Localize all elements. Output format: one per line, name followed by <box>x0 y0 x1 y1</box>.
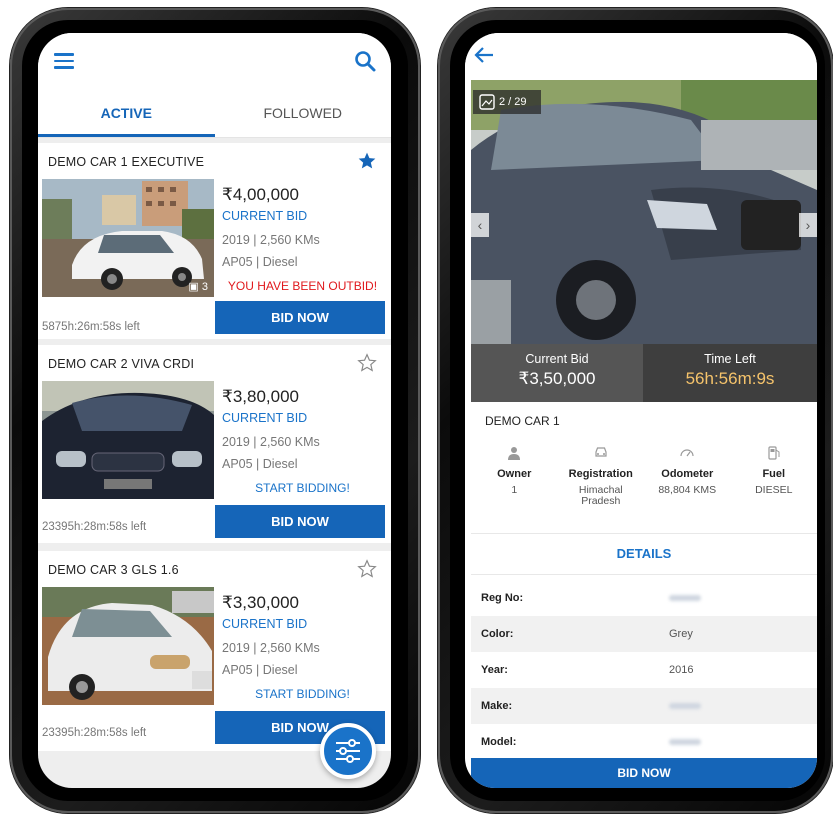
listing-price: ₹4,00,000 <box>222 185 299 204</box>
spec-value: 1 <box>511 484 518 496</box>
spec-value: 88,804 KMS <box>658 484 717 496</box>
listing-title: DEMO CAR 3 GLS 1.6 <box>48 563 179 577</box>
details-header[interactable]: DETAILS <box>471 533 817 575</box>
filter-fab-button[interactable] <box>320 723 376 779</box>
listing-card[interactable]: DEMO CAR 3 GLS 1.6 ₹3,30,000 CURRENT BID… <box>38 551 391 751</box>
detail-app-bar <box>465 33 817 80</box>
photo-counter: 2 / 29 <box>473 90 541 114</box>
bid-summary-bar: Current Bid ₹3,50,000 Time Left 56h:56m:… <box>471 344 817 402</box>
listing-card[interactable]: DEMO CAR 1 EXECUTIVE ▣ 3 ₹4,00,000 CURRE <box>38 143 391 339</box>
prev-photo-icon[interactable]: ‹ <box>471 213 489 237</box>
detail-value: Grey <box>669 628 693 640</box>
detail-row-model: Model: <box>471 724 817 760</box>
auction-list-screen: ACTIVE FOLLOWED DEMO CAR 1 EXECUTIVE ▣ 3… <box>38 33 391 788</box>
tab-followed[interactable]: FOLLOWED <box>215 91 392 137</box>
spec-label: Fuel <box>762 468 786 480</box>
search-icon[interactable] <box>353 49 377 73</box>
spec-grid: Owner 1 Registration Himachal Pradesh Od… <box>471 446 817 526</box>
current-bid-value: ₹3,50,000 <box>518 369 596 388</box>
car-icon <box>558 446 645 464</box>
detail-key: Color: <box>481 628 514 640</box>
spec-registration: Registration Himachal Pradesh <box>558 446 645 526</box>
detail-value-redacted <box>669 736 701 748</box>
listing-year-km: 2019 | 2,560 KMs <box>222 641 320 655</box>
detail-key: Make: <box>481 700 513 712</box>
time-left: 23395h:28m:58s left <box>42 521 147 533</box>
current-bid-panel: Current Bid ₹3,50,000 <box>471 344 643 402</box>
current-bid-label: CURRENT BID <box>222 209 308 223</box>
spec-odometer: Odometer 88,804 KMS <box>644 446 731 526</box>
detail-value-redacted <box>669 592 701 604</box>
next-photo-icon[interactable]: › <box>799 213 817 237</box>
detail-row-reg-no: Reg No: <box>471 580 817 616</box>
listing-reg-fuel: AP05 | Diesel <box>222 663 298 677</box>
listing-title: DEMO CAR 2 VIVA CRDI <box>48 357 195 371</box>
time-left-value: 56h:56m:9s <box>685 369 775 388</box>
spec-owner: Owner 1 <box>471 446 558 526</box>
detail-row-year: Year: 2016 <box>471 652 817 688</box>
detail-key: Reg No: <box>481 592 524 604</box>
spec-label: Registration <box>568 468 633 480</box>
fuel-icon <box>731 446 818 464</box>
star-outline-icon[interactable] <box>357 559 377 579</box>
menu-icon[interactable] <box>54 53 74 69</box>
star-outline-icon[interactable] <box>357 353 377 373</box>
detail-value-redacted <box>669 700 701 712</box>
current-bid-label: CURRENT BID <box>222 411 308 425</box>
star-filled-icon[interactable] <box>357 151 377 171</box>
spec-fuel: Fuel DIESEL <box>731 446 818 526</box>
camera-icon: ▣ <box>188 281 199 293</box>
listing-reg-fuel: AP05 | Diesel <box>222 457 298 471</box>
detail-row-color: Color: Grey <box>471 616 817 652</box>
bid-now-button[interactable]: BID NOW <box>471 758 817 788</box>
detail-value: 2016 <box>669 664 694 676</box>
time-left-label: Time Left <box>704 352 756 366</box>
spec-label: Owner <box>497 468 532 480</box>
listing-reg-fuel: AP05 | Diesel <box>222 255 298 269</box>
detail-key: Year: <box>481 664 508 676</box>
listing-year-km: 2019 | 2,560 KMs <box>222 435 320 449</box>
bid-now-button[interactable]: BID NOW <box>215 505 385 538</box>
detail-row-make: Make: <box>471 688 817 724</box>
time-left-panel: Time Left 56h:56m:9s <box>643 344 817 402</box>
app-bar <box>38 33 391 91</box>
bid-status: START BIDDING! <box>255 481 350 495</box>
photo-count-value: 3 <box>201 281 208 293</box>
current-bid-label: CURRENT BID <box>222 617 308 631</box>
listing-title: DEMO CAR 1 EXECUTIVE <box>48 155 205 169</box>
filter-sliders-icon <box>336 739 360 763</box>
listing-year-km: 2019 | 2,560 KMs <box>222 233 320 247</box>
bid-status: YOU HAVE BEEN OUTBID! <box>227 279 378 293</box>
photo-counter-value: 2 / 29 <box>499 96 527 108</box>
listing-card[interactable]: DEMO CAR 2 VIVA CRDI ₹3,80,000 CURRENT B… <box>38 345 391 543</box>
time-left: 23395h:28m:58s left <box>42 727 147 739</box>
gallery-icon <box>479 94 495 110</box>
listing-price: ₹3,30,000 <box>222 593 299 612</box>
car-name: DEMO CAR 1 <box>485 414 560 428</box>
gauge-icon <box>644 446 731 464</box>
tab-active[interactable]: ACTIVE <box>38 91 215 137</box>
bid-status: START BIDDING! <box>255 687 350 701</box>
time-left: 5875h:26m:58s left <box>42 321 140 333</box>
spec-value: Himachal Pradesh <box>578 484 623 507</box>
photo-count: ▣ 3 <box>188 280 208 293</box>
listing-price: ₹3,80,000 <box>222 387 299 406</box>
car-thumbnail[interactable] <box>42 381 214 499</box>
car-thumbnail[interactable]: ▣ 3 <box>42 179 214 297</box>
person-icon <box>471 446 558 464</box>
bid-now-button[interactable]: BID NOW <box>215 301 385 334</box>
spec-label: Odometer <box>661 468 714 480</box>
tab-bar: ACTIVE FOLLOWED <box>38 91 391 138</box>
current-bid-label: Current Bid <box>525 352 589 366</box>
spec-value: DIESEL <box>755 484 793 496</box>
detail-key: Model: <box>481 736 517 748</box>
car-photo-gallery[interactable] <box>471 80 817 344</box>
car-thumbnail[interactable] <box>42 587 214 705</box>
back-arrow-icon[interactable] <box>473 45 495 65</box>
car-detail-screen: 2 / 29 ‹ › Current Bid ₹3,50,000 Time Le… <box>465 33 817 788</box>
